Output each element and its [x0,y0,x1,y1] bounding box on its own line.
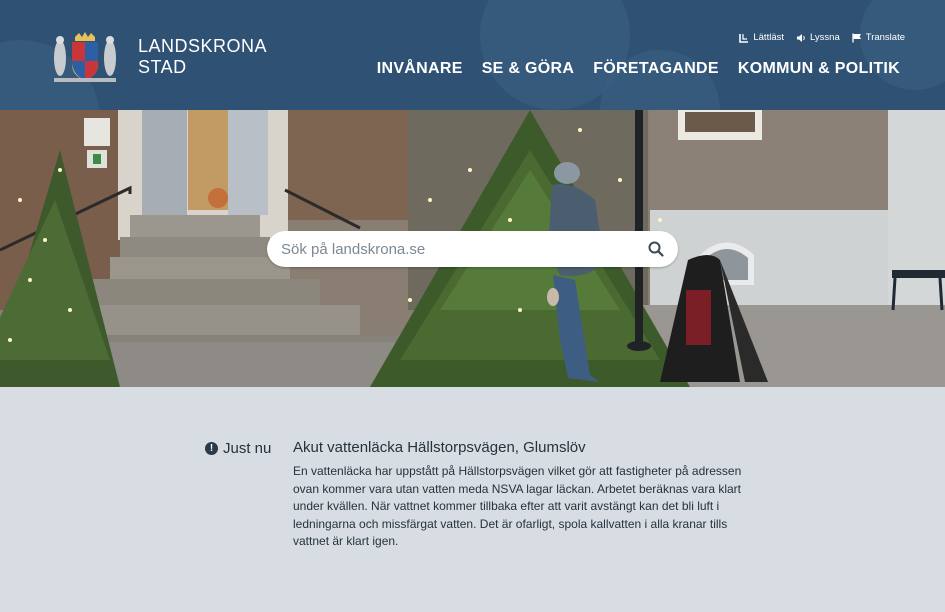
search-input[interactable] [281,240,648,258]
brand-name: LANDSKRONA STAD [138,36,267,78]
coat-of-arms-icon [54,32,116,82]
notice-title: Akut vattenläcka Hällstorpsvägen, Glumsl… [293,439,586,456]
exclamation-circle-icon: ! [205,442,218,455]
current-notice: ! Just nu Akut vattenläcka Hällstorpsväg… [0,387,945,612]
hero-banner [0,110,945,387]
just-nu-label: ! Just nu [205,440,271,457]
brand-line-1: LANDSKRONA [138,36,268,56]
nav-invanare[interactable]: INVÅNARE [377,60,463,78]
home-logo-link[interactable]: LANDSKRONA STAD [48,30,267,84]
site-header: LANDSKRONA STAD Lättläst Lyssna Translat… [0,0,945,110]
listen-link[interactable]: Lyssna [796,32,840,43]
nav-kommun-och-politik[interactable]: KOMMUN & POLITIK [738,60,900,78]
easy-read-label: Lättläst [753,32,784,43]
main-navigation: INVÅNARE SE & GÖRA FÖRETAGANDE KOMMUN & … [377,60,900,78]
just-nu-text: Just nu [223,440,272,457]
easy-read-link[interactable]: Lättläst [739,32,784,43]
nav-foretagande[interactable]: FÖRETAGANDE [593,60,719,78]
site-search [267,231,678,267]
notice-body: En vattenläcka har uppstått på Hällstorp… [293,464,742,548]
search-icon[interactable] [648,241,664,257]
speaker-icon [797,33,805,42]
brand-line-2: STAD [138,57,187,77]
translate-label: Translate [865,32,905,43]
listen-label: Lyssna [810,32,840,43]
easy-read-icon [739,33,749,43]
nav-se-och-gora[interactable]: SE & GÖRA [482,60,575,78]
utility-links: Lättläst Lyssna Translate [739,32,905,43]
translate-link[interactable]: Translate [852,32,905,43]
flag-icon [852,33,861,42]
